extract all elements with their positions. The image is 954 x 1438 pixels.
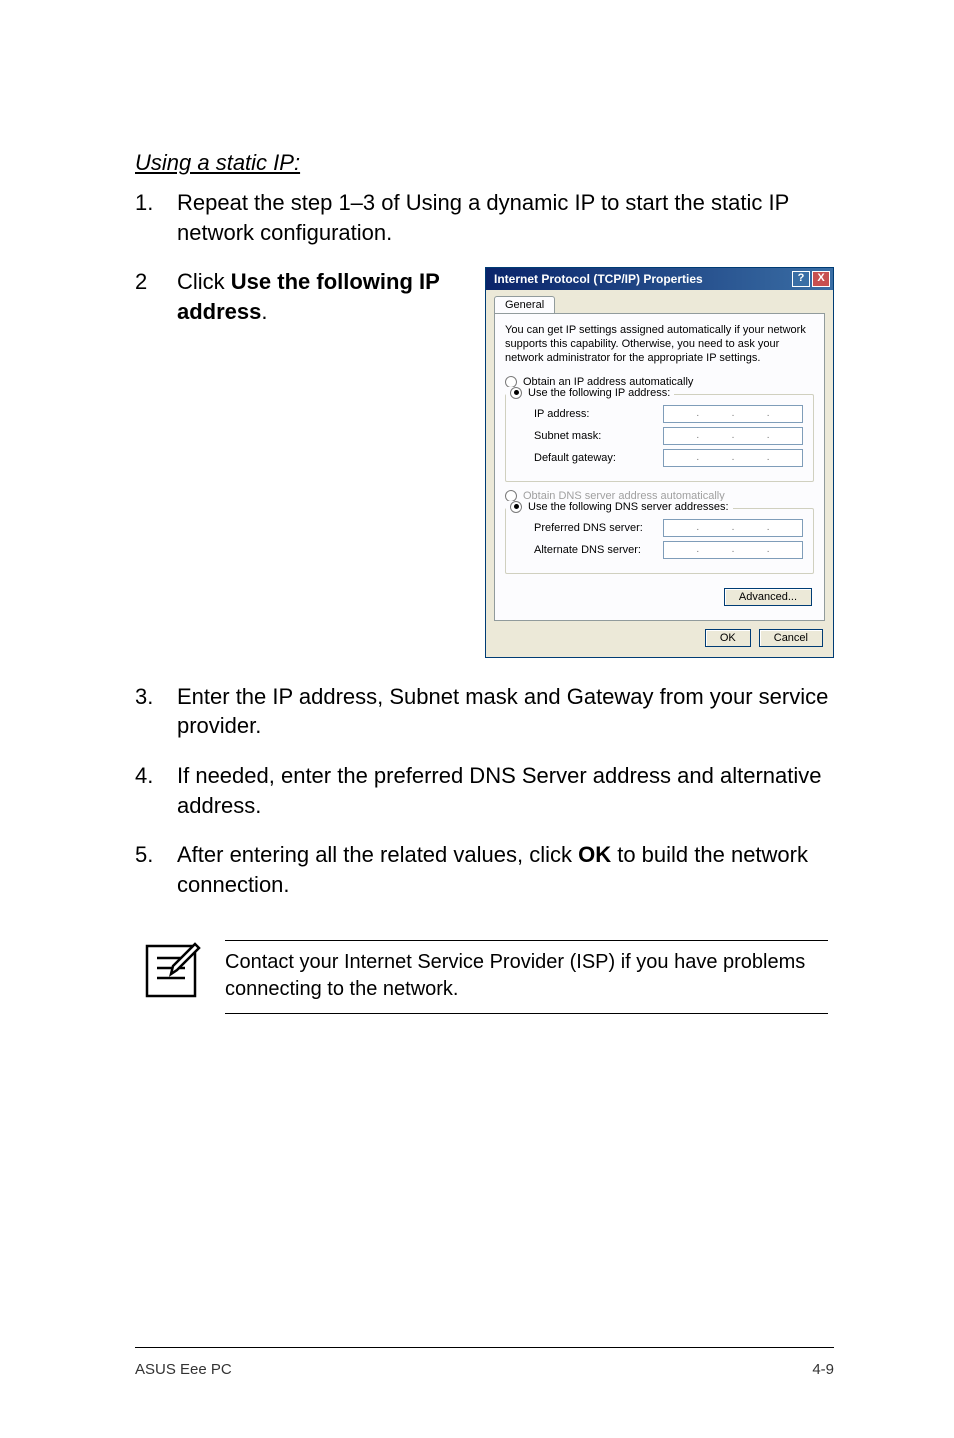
- step-1-text: Repeat the step 1–3 of Using a dynamic I…: [177, 188, 834, 247]
- ok-button[interactable]: OK: [705, 629, 751, 647]
- step-4-num: 4.: [135, 761, 177, 820]
- advanced-button[interactable]: Advanced...: [724, 588, 812, 606]
- dialog-title-text: Internet Protocol (TCP/IP) Properties: [494, 272, 703, 286]
- default-gateway-label: Default gateway:: [534, 452, 616, 464]
- radio-use-following-dns-label: Use the following DNS server addresses:: [528, 501, 729, 513]
- step-2-text: Click Use the following IP address.: [177, 267, 485, 326]
- step-1-num: 1.: [135, 188, 177, 247]
- static-dns-group: Use the following DNS server addresses: …: [505, 508, 814, 574]
- footer-rule: [135, 1347, 834, 1348]
- step-2-prefix: Click: [177, 269, 231, 294]
- step-1: 1. Repeat the step 1–3 of Using a dynami…: [135, 188, 834, 247]
- tab-panel: You can get IP settings assigned automat…: [494, 313, 825, 620]
- step-5: 5. After entering all the related values…: [135, 840, 834, 899]
- note-block: Contact your Internet Service Provider (…: [135, 940, 834, 1014]
- preferred-dns-label: Preferred DNS server:: [534, 522, 643, 534]
- radio-icon-checked: [510, 501, 522, 513]
- step-4: 4. If needed, enter the preferred DNS Se…: [135, 761, 834, 820]
- section-title: Using a static IP:: [135, 150, 834, 176]
- ip-address-label: IP address:: [534, 408, 589, 420]
- page-footer: ASUS Eee PC 4-9: [0, 1361, 954, 1378]
- subnet-mask-input[interactable]: ...: [663, 427, 803, 445]
- help-button[interactable]: ?: [792, 271, 810, 287]
- alternate-dns-label: Alternate DNS server:: [534, 544, 641, 556]
- radio-use-following-dns[interactable]: Use the following DNS server addresses:: [506, 501, 733, 513]
- footer-left: ASUS Eee PC: [135, 1361, 232, 1378]
- note-icon: [141, 940, 201, 1002]
- note-bottom-rule: [225, 1013, 828, 1014]
- cancel-button[interactable]: Cancel: [759, 629, 823, 647]
- subnet-mask-label: Subnet mask:: [534, 430, 601, 442]
- radio-icon-checked: [510, 387, 522, 399]
- close-button[interactable]: X: [812, 271, 830, 287]
- step-3-text: Enter the IP address, Subnet mask and Ga…: [177, 682, 834, 741]
- radio-use-following-ip-label: Use the following IP address:: [528, 387, 670, 399]
- step-5-prefix: After entering all the related values, c…: [177, 842, 578, 867]
- static-ip-group: Use the following IP address: IP address…: [505, 394, 814, 482]
- step-3-num: 3.: [135, 682, 177, 741]
- tab-general[interactable]: General: [494, 296, 555, 313]
- note-text: Contact your Internet Service Provider (…: [225, 941, 828, 1013]
- step-5-text: After entering all the related values, c…: [177, 840, 834, 899]
- default-gateway-input[interactable]: ...: [663, 449, 803, 467]
- preferred-dns-input[interactable]: ...: [663, 519, 803, 537]
- radio-use-following-ip[interactable]: Use the following IP address:: [506, 387, 674, 399]
- step-2: 2 Click Use the following IP address.: [135, 267, 485, 326]
- step-5-num: 5.: [135, 840, 177, 899]
- dialog-description: You can get IP settings assigned automat…: [505, 324, 814, 365]
- step-2-num: 2: [135, 267, 177, 326]
- step-4-text: If needed, enter the preferred DNS Serve…: [177, 761, 834, 820]
- step-5-bold: OK: [578, 842, 611, 867]
- alternate-dns-input[interactable]: ...: [663, 541, 803, 559]
- footer-right: 4-9: [812, 1361, 834, 1378]
- ip-address-input[interactable]: ...: [663, 405, 803, 423]
- step-2-suffix: .: [261, 299, 267, 324]
- step-3: 3. Enter the IP address, Subnet mask and…: [135, 682, 834, 741]
- tcpip-properties-dialog: Internet Protocol (TCP/IP) Properties ? …: [485, 267, 834, 657]
- dialog-titlebar: Internet Protocol (TCP/IP) Properties ? …: [486, 268, 833, 290]
